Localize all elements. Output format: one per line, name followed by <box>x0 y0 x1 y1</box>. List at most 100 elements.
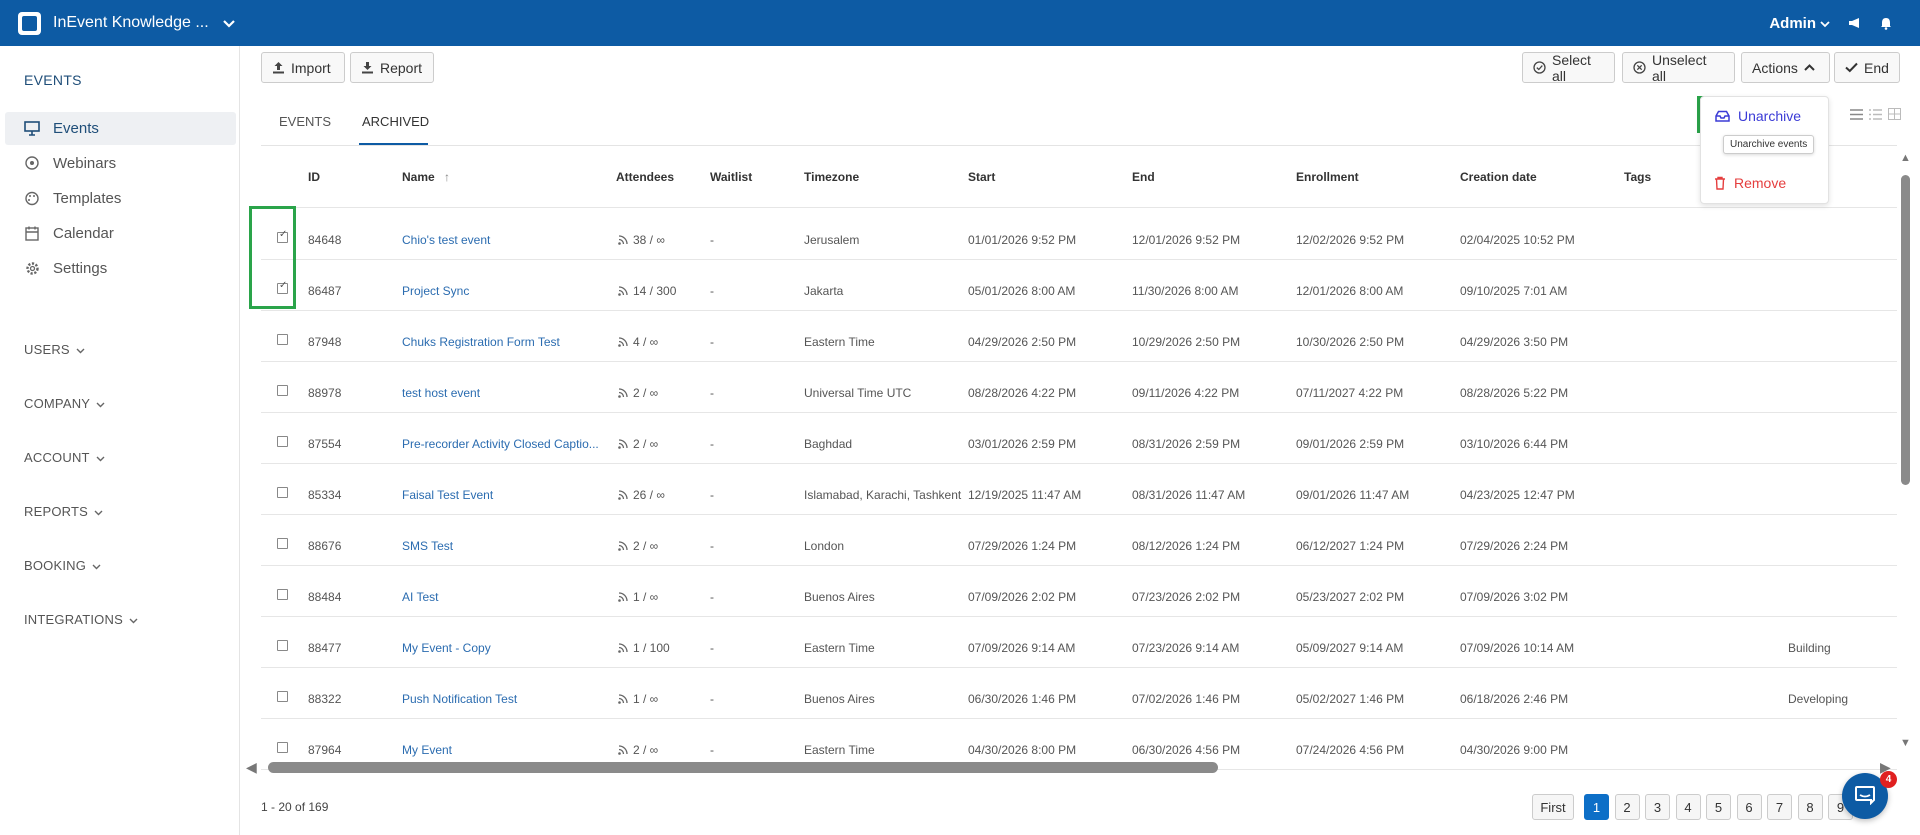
scroll-up-arrow[interactable]: ▲ <box>1900 152 1911 164</box>
end-button[interactable]: End <box>1834 52 1900 83</box>
cell-event-name[interactable]: Push Notification Test <box>402 692 517 706</box>
scroll-left-arrow[interactable]: ◀ <box>246 759 257 776</box>
grid-view-icon[interactable] <box>1888 108 1901 123</box>
remove-label: Remove <box>1734 175 1787 191</box>
unselect-all-button[interactable]: Unselect all <box>1622 52 1735 84</box>
row-checkbox[interactable] <box>277 334 288 345</box>
page-button[interactable]: 5 <box>1706 794 1731 820</box>
cell-event-name[interactable]: My Event - Copy <box>402 641 491 655</box>
unarchive-menu-item[interactable]: Unarchive <box>1715 108 1801 124</box>
cell-event-name[interactable]: AI Test <box>402 590 438 604</box>
column-id[interactable]: ID <box>308 170 320 184</box>
page-button[interactable]: 7 <box>1767 794 1792 820</box>
cell-event-name[interactable]: Chio's test event <box>402 233 490 247</box>
cell-event-name[interactable]: Faisal Test Event <box>402 488 493 502</box>
megaphone-icon[interactable] <box>1848 17 1862 29</box>
vertical-scrollbar[interactable] <box>1901 175 1910 485</box>
sidebar-group-reports[interactable]: REPORTS <box>24 504 103 519</box>
cell-creation-date: 02/04/2025 10:52 PM <box>1460 233 1575 247</box>
cell-enrollment: 10/30/2026 2:50 PM <box>1296 335 1405 349</box>
row-checkbox[interactable] <box>277 385 288 396</box>
cell-timezone: Jakarta <box>804 284 844 298</box>
row-divider <box>261 310 1897 311</box>
remove-menu-item[interactable]: Remove <box>1714 175 1786 191</box>
page-first-button[interactable]: First <box>1532 794 1574 820</box>
rss-icon <box>618 439 628 449</box>
column-waitlist[interactable]: Waitlist <box>710 170 752 184</box>
cell-event-name[interactable]: Pre-recorder Activity Closed Captio... <box>402 437 599 451</box>
attendees-count: 2 / ∞ <box>633 386 659 400</box>
cell-event-name[interactable]: Project Sync <box>402 284 469 298</box>
row-checkbox[interactable] <box>277 691 288 702</box>
inbox-icon <box>1715 110 1730 122</box>
column-attendees[interactable]: Attendees <box>616 170 674 184</box>
report-button[interactable]: Report <box>350 52 434 83</box>
page-button[interactable]: 6 <box>1736 794 1762 820</box>
cell-event-name[interactable]: SMS Test <box>402 539 453 553</box>
cell-creation-date: 07/29/2026 2:24 PM <box>1460 539 1569 553</box>
attendees-count: 38 / ∞ <box>633 233 665 247</box>
sidebar-group-booking[interactable]: BOOKING <box>24 558 101 573</box>
cell-enrollment: 07/11/2027 4:22 PM <box>1296 386 1404 400</box>
column-creation-date[interactable]: Creation date <box>1460 170 1537 184</box>
sidebar-item-templates[interactable]: Templates <box>5 182 236 215</box>
column-enrollment[interactable]: Enrollment <box>1296 170 1359 184</box>
cell-attendees: 4 / ∞ <box>618 335 658 349</box>
sidebar-group-users[interactable]: USERS <box>24 342 85 357</box>
sidebar-group-label: REPORTS <box>24 504 89 519</box>
compact-list-icon[interactable] <box>1869 108 1882 123</box>
brand-switcher[interactable]: InEvent Knowledge ... <box>0 0 241 46</box>
row-checkbox[interactable] <box>277 538 288 549</box>
sidebar-item-settings[interactable]: Settings <box>5 252 236 285</box>
x-circle-icon <box>1633 61 1646 74</box>
tab-events[interactable]: EVENTS <box>279 114 331 129</box>
chevron-down-icon <box>76 342 85 357</box>
chevron-down-icon[interactable] <box>222 16 235 31</box>
import-button[interactable]: Import <box>261 52 345 83</box>
sort-ascending-icon[interactable]: ↑ <box>444 170 450 184</box>
page-button[interactable]: 3 <box>1645 794 1670 820</box>
view-toggle <box>1850 108 1901 123</box>
page-button[interactable]: 8 <box>1797 794 1823 820</box>
sidebar-item-webinars[interactable]: Webinars <box>5 147 236 180</box>
sidebar-item-calendar[interactable]: Calendar <box>5 217 236 250</box>
rss-icon <box>618 337 628 347</box>
cell-attendees: 38 / ∞ <box>618 233 665 247</box>
horizontal-scrollbar[interactable] <box>268 762 1218 773</box>
scroll-down-arrow[interactable]: ▼ <box>1900 737 1911 749</box>
attendees-count: 4 / ∞ <box>633 335 659 349</box>
tab-archived[interactable]: ARCHIVED <box>362 114 429 129</box>
column-start[interactable]: Start <box>968 170 995 184</box>
bell-icon[interactable] <box>1880 17 1892 30</box>
cell-event-name[interactable]: My Event <box>402 743 452 757</box>
chevron-down-icon[interactable] <box>1820 16 1830 31</box>
select-all-button[interactable]: Select all <box>1522 52 1615 84</box>
sidebar-group-company[interactable]: COMPANY <box>24 396 105 411</box>
cell-event-name[interactable]: test host event <box>402 386 480 400</box>
user-menu[interactable]: Admin <box>1769 15 1816 32</box>
row-checkbox[interactable] <box>277 742 288 753</box>
column-tags[interactable]: Tags <box>1624 170 1651 184</box>
list-view-icon[interactable] <box>1850 108 1863 123</box>
row-divider <box>261 718 1897 719</box>
sidebar-item-events[interactable]: Events <box>5 112 236 145</box>
column-name[interactable]: Name ↑ <box>402 170 450 184</box>
cell-event-name[interactable]: Chuks Registration Form Test <box>402 335 560 349</box>
row-checkbox[interactable] <box>277 487 288 498</box>
rss-icon <box>618 286 628 296</box>
column-timezone[interactable]: Timezone <box>804 170 859 184</box>
sidebar-group-account[interactable]: ACCOUNT <box>24 450 105 465</box>
page-button[interactable]: 4 <box>1675 794 1701 820</box>
row-checkbox[interactable] <box>277 436 288 447</box>
cell-waitlist: - <box>710 233 714 247</box>
row-checkbox[interactable] <box>277 589 288 600</box>
actions-button[interactable]: Actions <box>1741 52 1830 83</box>
page-button[interactable]: 2 <box>1614 794 1640 820</box>
sidebar-group-integrations[interactable]: INTEGRATIONS <box>24 612 138 627</box>
row-checkbox[interactable] <box>277 640 288 651</box>
cell-end: 07/23/2026 9:14 AM <box>1132 641 1240 655</box>
column-end[interactable]: End <box>1132 170 1155 184</box>
attendees-count: 2 / ∞ <box>633 539 659 553</box>
page-button[interactable]: 1 <box>1584 794 1609 820</box>
row-divider <box>261 361 1897 362</box>
